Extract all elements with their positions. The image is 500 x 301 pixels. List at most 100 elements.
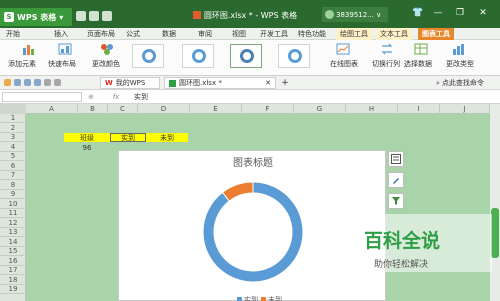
tab-text-tools[interactable]: 文本工具	[376, 28, 412, 40]
row-header-11[interactable]: 11	[0, 209, 26, 218]
row-header-5[interactable]: 5	[0, 152, 26, 161]
cell-b4[interactable]: 96	[64, 143, 110, 152]
preview-icon[interactable]	[34, 79, 41, 86]
folder-icon[interactable]	[4, 79, 11, 86]
quick-layout-button[interactable]: 快速布局	[48, 59, 76, 69]
zoom-icon[interactable]: ⊕	[86, 92, 96, 102]
cell-b3[interactable]: 班级	[64, 133, 110, 142]
col-j[interactable]: J	[440, 104, 490, 114]
col-i[interactable]: I	[398, 104, 440, 114]
skin-icon[interactable]: 👕	[410, 5, 426, 21]
row-header-1[interactable]: 1	[0, 114, 26, 123]
col-a[interactable]: A	[26, 104, 78, 114]
tab-review[interactable]: 审阅	[194, 28, 216, 40]
name-box[interactable]	[2, 92, 82, 102]
row-header-15[interactable]: 15	[0, 247, 26, 256]
legend-label-1[interactable]: 实到	[244, 295, 258, 301]
save-icon[interactable]	[14, 79, 21, 86]
bar-chart-icon	[22, 43, 36, 55]
window-title: 圆环图.xlsx * - WPS 表格	[170, 8, 320, 22]
change-type-button[interactable]: 更改类型	[446, 59, 474, 69]
tab-special[interactable]: 特色功能	[296, 28, 328, 40]
row-header-16[interactable]: 16	[0, 257, 26, 266]
scrollbar-thumb[interactable]	[491, 208, 499, 258]
tab-data[interactable]: 数据	[158, 28, 180, 40]
row-header-2[interactable]: 2	[0, 124, 26, 133]
undo-icon[interactable]	[44, 79, 51, 86]
app-menu-button[interactable]: S WPS 表格 ▾	[0, 8, 72, 26]
tab-home[interactable]: 开始	[2, 28, 24, 40]
tab-formula[interactable]: 公式	[122, 28, 144, 40]
cell-d3[interactable]: 未到	[146, 133, 188, 142]
cell-c3[interactable]: 实到	[110, 133, 146, 142]
undo-icon[interactable]	[89, 11, 99, 21]
col-b[interactable]: B	[78, 104, 108, 114]
select-data-icon	[414, 43, 428, 55]
row-header-18[interactable]: 18	[0, 276, 26, 285]
select-data-button[interactable]: 选择数据	[404, 59, 432, 69]
command-search[interactable]: ⌕ 点此查找命令	[436, 78, 496, 88]
tab-insert[interactable]: 插入	[50, 28, 72, 40]
tab-page-layout[interactable]: 页面布局	[86, 28, 116, 40]
online-chart-button[interactable]: 在线图表	[330, 59, 358, 69]
row-header-19[interactable]: 19	[0, 285, 26, 294]
col-f[interactable]: F	[242, 104, 294, 114]
chart-filter-icon[interactable]	[388, 193, 404, 209]
new-tab-button[interactable]: +	[280, 77, 290, 89]
chart-title[interactable]: 图表标题	[233, 156, 273, 169]
redo-icon[interactable]	[54, 79, 61, 86]
row-header-9[interactable]: 9	[0, 190, 26, 199]
minimize-button[interactable]: —	[430, 5, 446, 21]
tab-file-label: 圆环图.xlsx *	[179, 79, 222, 87]
row-header-8[interactable]: 8	[0, 181, 26, 190]
row-header-7[interactable]: 7	[0, 171, 26, 180]
fx-label[interactable]: fx	[110, 92, 122, 102]
tab-chart-tools[interactable]: 图表工具	[418, 28, 454, 40]
chart-style-4[interactable]	[278, 44, 310, 68]
row-header-17[interactable]: 17	[0, 266, 26, 275]
row-header-10[interactable]: 10	[0, 200, 26, 209]
tab-my-wps[interactable]: W 我的WPS	[100, 77, 160, 89]
col-h[interactable]: H	[346, 104, 398, 114]
chart-style-3[interactable]	[230, 44, 262, 68]
row-header-3[interactable]: 3	[0, 133, 26, 142]
row-header-14[interactable]: 14	[0, 238, 26, 247]
print-icon[interactable]	[24, 79, 31, 86]
donut-slice-2[interactable]	[221, 181, 254, 202]
row-header-12[interactable]: 12	[0, 219, 26, 228]
save-icon[interactable]	[76, 11, 86, 21]
change-type-icon	[452, 43, 466, 55]
switch-icon	[380, 43, 394, 55]
online-chart-icon	[336, 43, 350, 55]
switch-row-col-button[interactable]: 切换行列	[372, 59, 400, 69]
col-c[interactable]: C	[108, 104, 138, 114]
close-button[interactable]: ✕	[475, 5, 491, 21]
change-color-button[interactable]: 更改颜色	[92, 59, 120, 69]
tab-view[interactable]: 视图	[228, 28, 250, 40]
layout-icon	[58, 43, 72, 55]
tab-file[interactable]: 圆环图.xlsx * ✕	[164, 77, 276, 89]
col-e[interactable]: E	[190, 104, 242, 114]
select-all-corner[interactable]	[0, 104, 26, 114]
redo-icon[interactable]	[102, 11, 112, 21]
window-title-text: 圆环图.xlsx * - WPS 表格	[203, 10, 298, 20]
legend-label-2[interactable]: 未到	[268, 295, 282, 301]
chart-style-2[interactable]	[182, 44, 214, 68]
search-icon: ⌕	[436, 78, 440, 87]
formula-input[interactable]: 实到	[130, 92, 490, 102]
user-account[interactable]: 3839512... ∨	[322, 7, 388, 22]
donut-slice-1[interactable]	[202, 181, 304, 283]
row-header-4[interactable]: 4	[0, 143, 26, 152]
chart-style-brush-icon[interactable]	[388, 172, 404, 188]
col-g[interactable]: G	[294, 104, 346, 114]
add-element-button[interactable]: 添加元素	[8, 59, 36, 69]
close-tab-icon[interactable]: ✕	[265, 79, 271, 87]
tab-drawing-tools[interactable]: 绘图工具	[336, 28, 372, 40]
row-header-6[interactable]: 6	[0, 162, 26, 171]
maximize-button[interactable]: ❐	[452, 5, 468, 21]
chart-elements-icon[interactable]	[388, 151, 404, 167]
chart-style-1[interactable]	[132, 44, 164, 68]
row-header-13[interactable]: 13	[0, 228, 26, 237]
tab-developer[interactable]: 开发工具	[258, 28, 290, 40]
col-d[interactable]: D	[138, 104, 190, 114]
